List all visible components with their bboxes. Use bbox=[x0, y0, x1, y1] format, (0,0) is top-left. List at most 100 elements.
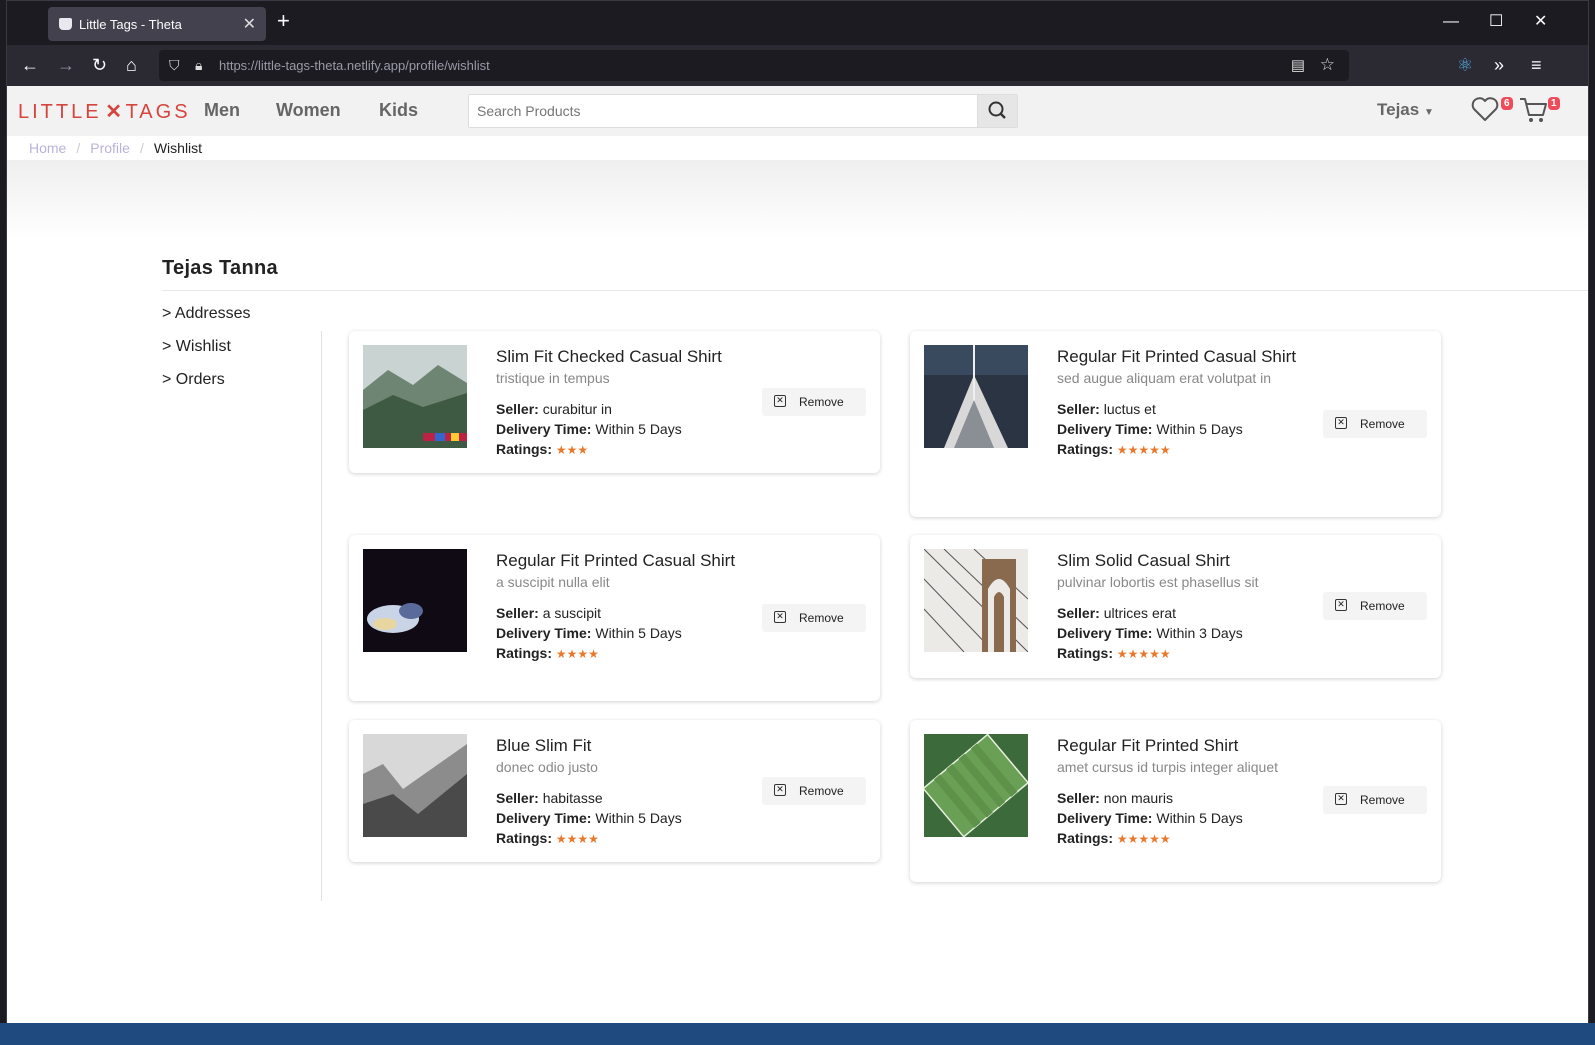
ratings-label: Ratings: bbox=[1057, 441, 1113, 457]
rating-stars: ★★★★★ bbox=[1116, 443, 1171, 457]
product-info: Slim Solid Casual Shirt pulvinar loborti… bbox=[1057, 549, 1297, 664]
ratings-label: Ratings: bbox=[496, 830, 552, 846]
react-devtools-icon[interactable]: ⚛ bbox=[1457, 55, 1473, 75]
close-box-icon: ✕ bbox=[1335, 417, 1347, 429]
ratings-label: Ratings: bbox=[1057, 645, 1113, 661]
maximize-icon[interactable]: ☐ bbox=[1489, 13, 1503, 31]
search-button[interactable] bbox=[977, 95, 1017, 127]
nav-women[interactable]: Women bbox=[276, 100, 341, 121]
product-meta: Seller: habitasse Delivery Time: Within … bbox=[496, 788, 736, 849]
favicon-icon bbox=[59, 18, 72, 30]
product-info: Regular Fit Printed Shirt amet cursus id… bbox=[1057, 734, 1297, 849]
sidebar-item-addresses[interactable]: > Addresses bbox=[162, 305, 251, 323]
product-title[interactable]: Regular Fit Printed Casual Shirt bbox=[496, 549, 736, 572]
reload-icon[interactable]: ↻ bbox=[92, 55, 107, 75]
remove-button[interactable]: ✕ Remove bbox=[1323, 592, 1427, 620]
delivery-label: Delivery Time: bbox=[1057, 810, 1153, 826]
close-tab-icon[interactable]: ✕ bbox=[243, 14, 256, 34]
close-box-icon: ✕ bbox=[1335, 599, 1347, 611]
product-description: amet cursus id turpis integer aliquet bbox=[1057, 759, 1278, 775]
lock-icon[interactable]: 🔒︎ bbox=[195, 57, 202, 74]
delivery-label: Delivery Time: bbox=[496, 810, 592, 826]
seller-label: Seller: bbox=[496, 790, 539, 806]
os-taskbar bbox=[0, 1023, 1595, 1045]
product-title[interactable]: Slim Solid Casual Shirt bbox=[1057, 549, 1297, 572]
remove-button[interactable]: ✕ Remove bbox=[762, 604, 866, 632]
new-tab-icon[interactable]: + bbox=[277, 10, 290, 32]
product-meta: Seller: luctus et Delivery Time: Within … bbox=[1057, 399, 1297, 460]
menu-icon[interactable]: ≡ bbox=[1531, 55, 1542, 75]
product-title[interactable]: Blue Slim Fit bbox=[496, 734, 736, 757]
product-image-football-field[interactable] bbox=[924, 734, 1028, 837]
product-description: donec odio justo bbox=[496, 759, 598, 775]
product-image-grey-valley[interactable] bbox=[363, 734, 467, 837]
url-text[interactable]: https://little-tags-theta.netlify.app/pr… bbox=[219, 58, 490, 73]
sidebar-item-wishlist[interactable]: > Wishlist bbox=[162, 338, 231, 356]
remove-label: Remove bbox=[799, 611, 844, 625]
breadcrumb-profile[interactable]: Profile bbox=[90, 140, 130, 156]
close-box-icon: ✕ bbox=[774, 395, 786, 407]
site-logo[interactable]: LITTLE ✕ TAGS bbox=[18, 99, 191, 124]
sidebar-item-orders[interactable]: > Orders bbox=[162, 371, 225, 389]
wishlist-card: Regular Fit Printed Casual Shirt sed aug… bbox=[910, 331, 1441, 517]
seller-value: luctus et bbox=[1103, 401, 1156, 417]
cart-icon[interactable] bbox=[1518, 95, 1550, 130]
rating-stars: ★★★★★ bbox=[1116, 832, 1171, 846]
tab-title: Little Tags - Theta bbox=[79, 17, 182, 32]
seller-value: curabitur in bbox=[542, 401, 612, 417]
delivery-value: Within 5 Days bbox=[595, 810, 682, 826]
delivery-value: Within 5 Days bbox=[1156, 421, 1243, 437]
remove-label: Remove bbox=[1360, 417, 1405, 431]
product-image-mountain-mist[interactable] bbox=[363, 345, 467, 448]
nav-men[interactable]: Men bbox=[204, 100, 240, 121]
reader-view-icon[interactable]: ▤ bbox=[1291, 56, 1305, 74]
close-window-icon[interactable]: ✕ bbox=[1534, 13, 1547, 31]
rating-stars: ★★★★ bbox=[555, 832, 599, 846]
url-path: /profile/wishlist bbox=[405, 58, 490, 73]
breadcrumb-separator: / bbox=[139, 140, 144, 156]
rating-stars: ★★★★ bbox=[555, 647, 599, 661]
seller-label: Seller: bbox=[496, 401, 539, 417]
search-box bbox=[468, 94, 1018, 128]
wishlist-card: Slim Solid Casual Shirt pulvinar loborti… bbox=[910, 535, 1441, 678]
bookmark-star-icon[interactable]: ☆ bbox=[1320, 55, 1335, 75]
delivery-value: Within 3 Days bbox=[1156, 625, 1243, 641]
product-title[interactable]: Regular Fit Printed Casual Shirt bbox=[1057, 345, 1297, 368]
overflow-icon[interactable]: » bbox=[1494, 55, 1504, 75]
logo-mark-icon: ✕ bbox=[105, 101, 122, 123]
caret-down-icon: ▼ bbox=[1423, 107, 1434, 118]
delivery-label: Delivery Time: bbox=[496, 421, 592, 437]
seller-value: non mauris bbox=[1103, 790, 1173, 806]
remove-button[interactable]: ✕ Remove bbox=[762, 777, 866, 805]
logo-left: LITTLE bbox=[18, 101, 102, 123]
forward-icon[interactable]: → bbox=[57, 55, 75, 75]
browser-tab[interactable]: Little Tags - Theta ✕ bbox=[48, 7, 266, 41]
product-title[interactable]: Slim Fit Checked Casual Shirt bbox=[496, 345, 736, 368]
product-image-sailboat[interactable] bbox=[924, 345, 1028, 448]
nav-kids[interactable]: Kids bbox=[379, 100, 418, 121]
product-image-bridge[interactable] bbox=[924, 549, 1028, 652]
product-image-dark-smoke[interactable] bbox=[363, 549, 467, 652]
breadcrumb-home[interactable]: Home bbox=[29, 140, 66, 156]
minimize-icon[interactable]: — bbox=[1443, 13, 1459, 31]
product-title[interactable]: Regular Fit Printed Shirt bbox=[1057, 734, 1297, 757]
shield-icon[interactable]: ⛉ bbox=[169, 57, 180, 74]
home-icon[interactable]: ⌂ bbox=[126, 55, 137, 75]
profile-name: Tejas Tanna bbox=[162, 257, 278, 279]
remove-button[interactable]: ✕ Remove bbox=[1323, 410, 1427, 438]
remove-button[interactable]: ✕ Remove bbox=[1323, 786, 1427, 814]
address-bar[interactable]: ⛉ 🔒︎ https://little-tags-theta.netlify.a… bbox=[159, 50, 1349, 81]
delivery-value: Within 5 Days bbox=[1156, 810, 1243, 826]
search-icon bbox=[988, 101, 1006, 119]
remove-label: Remove bbox=[1360, 793, 1405, 807]
user-menu[interactable]: Tejas ▼ bbox=[1377, 100, 1434, 120]
search-input[interactable] bbox=[469, 95, 978, 127]
remove-button[interactable]: ✕ Remove bbox=[762, 388, 866, 416]
product-description: sed augue aliquam erat volutpat in bbox=[1057, 370, 1272, 386]
close-box-icon: ✕ bbox=[774, 611, 786, 623]
delivery-label: Delivery Time: bbox=[496, 625, 592, 641]
back-icon[interactable]: ← bbox=[21, 55, 39, 75]
close-box-icon: ✕ bbox=[1335, 793, 1347, 805]
wishlist-heart-icon[interactable] bbox=[1470, 95, 1500, 128]
wishlist-card: Regular Fit Printed Casual Shirt a susci… bbox=[349, 535, 880, 701]
